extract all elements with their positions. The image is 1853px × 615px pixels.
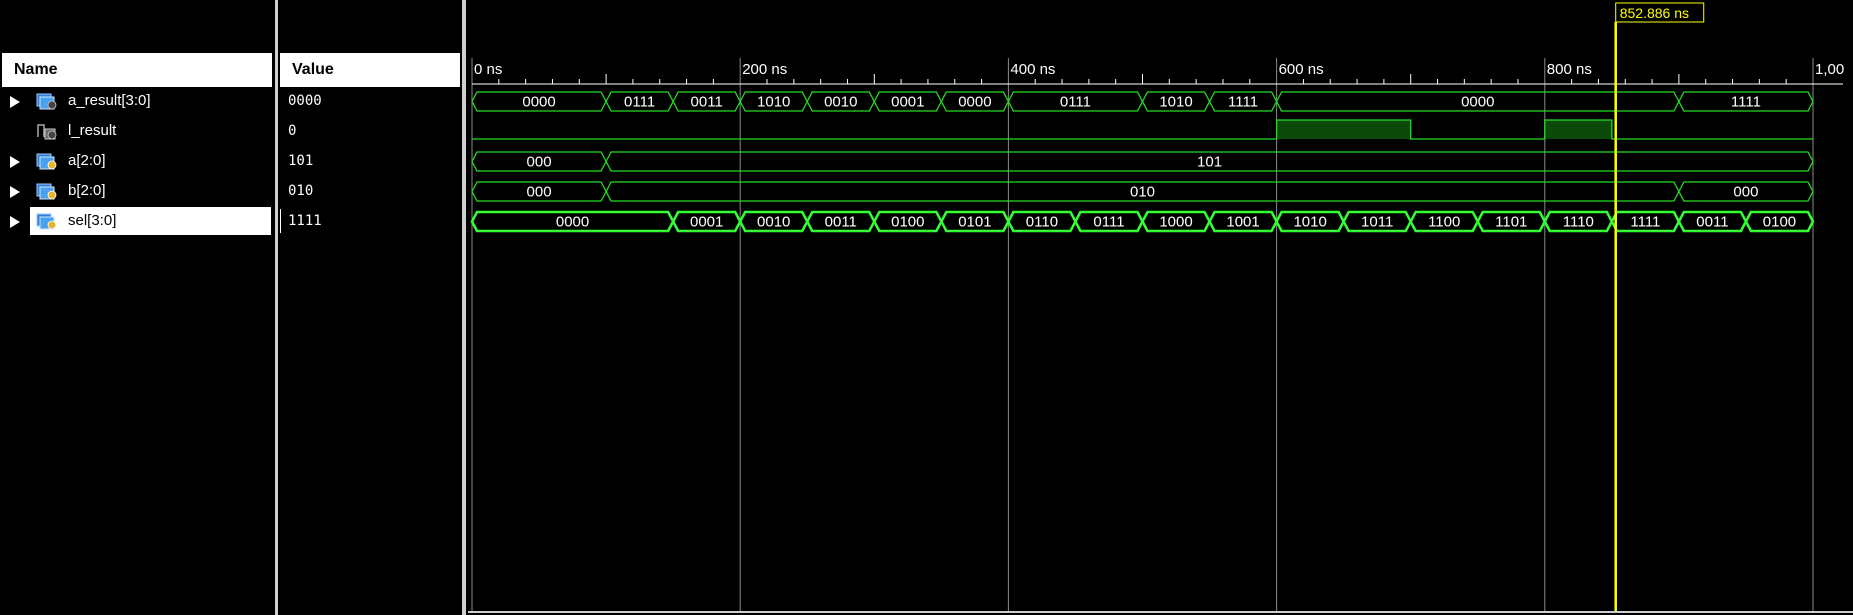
bus-segment-value: 010 <box>1130 184 1155 201</box>
signal-row-sel[interactable]: sel[3:0] <box>10 207 271 235</box>
cursor-time-label: 852.886 ns <box>1620 5 1689 21</box>
bit-high-fill <box>1544 120 1612 139</box>
bus-input-icon <box>36 211 58 231</box>
bus-segment-value: 0010 <box>757 214 790 231</box>
bus-segment-value: 000 <box>1733 184 1758 201</box>
signal-row-l_result[interactable]: l_result <box>0 117 275 145</box>
bus-input-icon <box>36 181 58 201</box>
bus-segment-value: 0111 <box>1060 94 1091 111</box>
expand-arrow-icon[interactable] <box>10 186 20 198</box>
name-column-header[interactable]: Name <box>2 53 272 87</box>
bus-segment-value: 1110 <box>1563 214 1594 231</box>
cursor-label-box[interactable]: 852.886 ns <box>1615 2 1705 23</box>
bus-segment-value: 0101 <box>958 214 991 231</box>
bus-segment-value: 1100 <box>1428 214 1460 231</box>
bus-segment-value: 0000 <box>1461 94 1494 111</box>
bus-segment-value: 1010 <box>757 94 790 111</box>
bus-segment-value: 1011 <box>1361 214 1393 231</box>
bus-segment-value: 0001 <box>690 214 723 231</box>
signal-value: 101 <box>288 153 314 169</box>
waveform-pane[interactable]: 0 ns 200 ns 400 ns 600 ns 800 ns 1,00 0000 0111… <box>468 0 1853 615</box>
time-ruler-bg <box>468 53 1853 87</box>
bus-segment-value: 0000 <box>556 214 589 231</box>
bus-segment-value: 1101 <box>1495 214 1527 231</box>
bus-segment-value: 000 <box>527 184 552 201</box>
signal-value: 0000 <box>288 93 322 109</box>
signal-value: 0 <box>288 123 297 139</box>
value-pane: Value 0000 0 101 010 1111 <box>278 0 462 615</box>
bus-segment-value: 1010 <box>1293 214 1326 231</box>
signal-value: 010 <box>288 183 314 199</box>
bus-segment-value: 1111 <box>1731 94 1761 111</box>
expand-arrow-icon[interactable] <box>10 96 20 108</box>
bus-segment-value: 0111 <box>624 94 655 111</box>
bus-segment-value: 0000 <box>958 94 991 111</box>
signal-name: b[2:0] <box>68 182 106 199</box>
signal-name: a_result[3:0] <box>68 92 151 109</box>
bus-wave-a_result: 0000 0111 0011 1010 0010 0001 0000 0111 1010 1111… <box>471 91 1814 112</box>
bit-trace <box>472 119 1813 140</box>
bus-input-icon <box>36 151 58 171</box>
time-tick-label: 200 ns <box>742 61 787 78</box>
bus-segment-value: 000 <box>527 154 552 171</box>
bit-high-fill <box>1276 120 1411 139</box>
time-tick-label: 0 ns <box>474 61 502 78</box>
bus-segment-value: 0100 <box>1763 214 1796 231</box>
bus-wave-b: 000 010 000 <box>471 181 1814 202</box>
waveform-canvas[interactable]: 0 ns 200 ns 400 ns 600 ns 800 ns 1,000000 0111… <box>468 0 1853 615</box>
bus-segment-value: 1010 <box>1159 94 1192 111</box>
time-tick-label: 600 ns <box>1279 61 1324 78</box>
time-tick-label: 800 ns <box>1547 61 1592 78</box>
value-edit-caret <box>280 209 281 233</box>
bus-segment-value: 0011 <box>825 214 857 231</box>
expand-arrow-icon[interactable] <box>10 156 20 168</box>
signal-name: l_result <box>68 122 117 139</box>
signal-name: sel[3:0] <box>68 212 117 229</box>
bus-wave-a: 000 101 <box>471 151 1814 172</box>
bit-output-icon <box>36 121 58 141</box>
bus-segment-value: 1000 <box>1159 214 1192 231</box>
bus-wave-sel: 0000 0001 0010 0011 0100 0101 0110 0111 1000 1001… <box>470 210 1815 233</box>
signal-row-a[interactable]: a[2:0] <box>0 147 275 175</box>
bus-segment-value: 101 <box>1197 154 1222 171</box>
bus-output-icon <box>36 91 58 111</box>
signal-name: a[2:0] <box>68 152 106 169</box>
bus-segment-value: 0011 <box>691 94 723 111</box>
expand-arrow-icon[interactable] <box>10 216 20 228</box>
signal-row-a_result[interactable]: a_result[3:0] <box>0 87 275 115</box>
bus-segment-value: 0100 <box>891 214 924 231</box>
bit-wave-l_result <box>472 119 1813 140</box>
name-pane: Name a_result[3:0] l_result a[2:0] b[2:0] se… <box>0 0 276 615</box>
bus-segment-value: 0111 <box>1093 214 1124 231</box>
bus-segment-value: 0110 <box>1026 214 1058 231</box>
bus-segment-value: 1111 <box>1630 214 1660 231</box>
time-tick-label: 1,00 <box>1815 61 1844 78</box>
bus-segment-value: 0010 <box>824 94 857 111</box>
pane-splitter-2[interactable] <box>462 0 466 615</box>
value-column-header[interactable]: Value <box>280 53 460 87</box>
bus-segment-value: 1111 <box>1228 94 1258 111</box>
bus-segment-value: 1001 <box>1226 214 1259 231</box>
bus-segment-value: 0011 <box>1696 214 1728 231</box>
bus-segment-value: 0001 <box>891 94 924 111</box>
signal-value: 1111 <box>288 213 322 229</box>
time-tick-label: 400 ns <box>1010 61 1055 78</box>
signal-row-b[interactable]: b[2:0] <box>0 177 275 205</box>
bus-segment-value: 0000 <box>522 94 555 111</box>
